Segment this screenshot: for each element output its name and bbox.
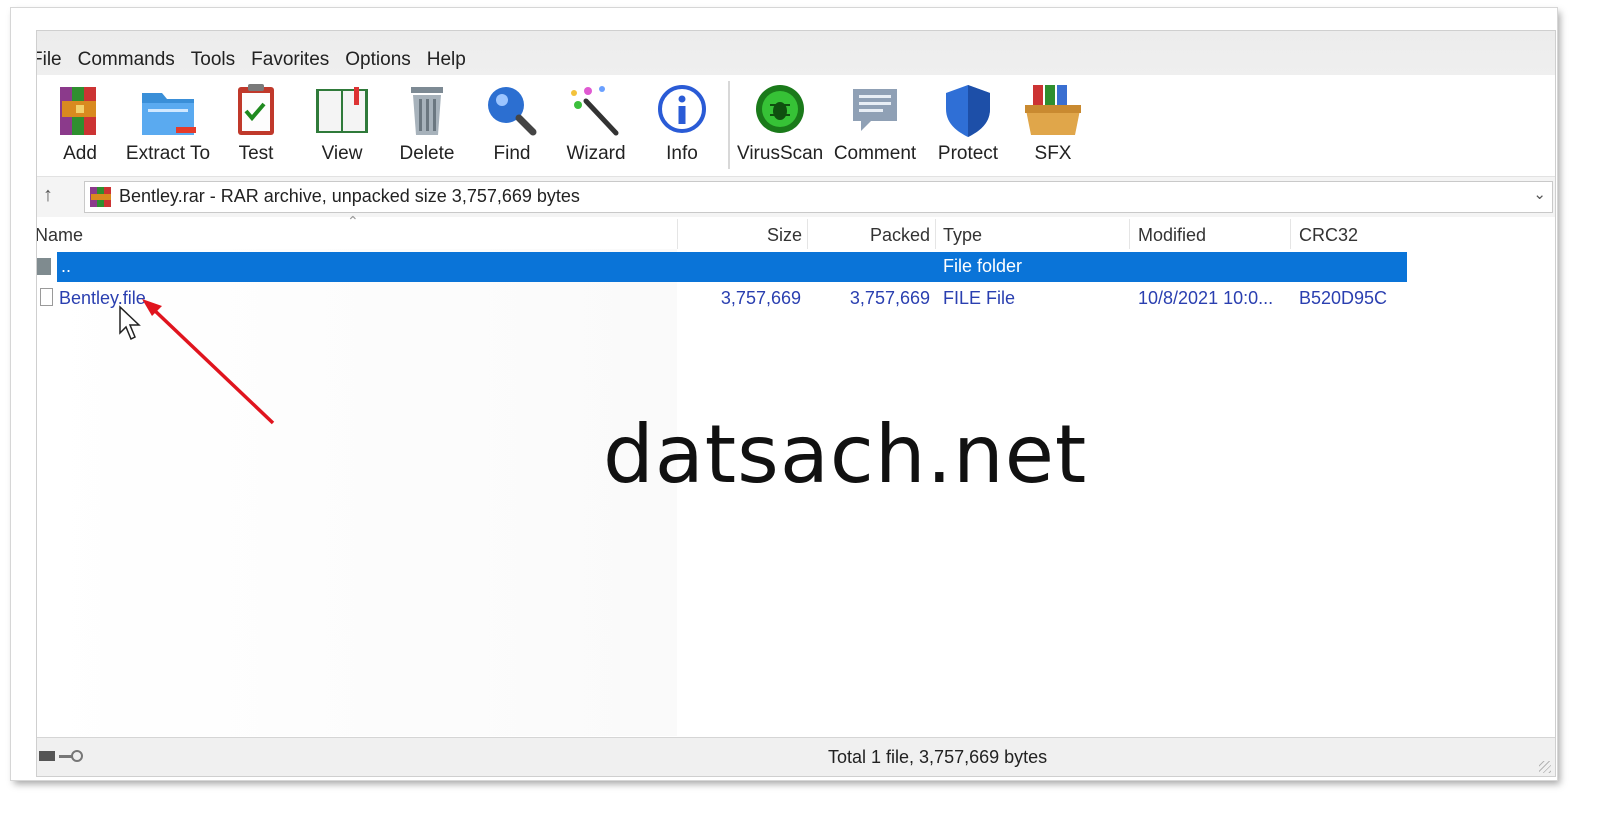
comment-icon [853,89,897,131]
table-row-parent-folder[interactable]: .. File folder [37,252,1407,282]
test-button[interactable]: Test [213,81,299,173]
view-button[interactable]: View [299,81,385,173]
resize-grip[interactable] [1539,761,1551,773]
row-type: File folder [943,256,1023,276]
menu-bar: File Commands Tools Favorites Options He… [37,31,1555,75]
delete-button[interactable]: Delete [384,81,470,173]
add-archive-icon [60,87,96,135]
delete-label: Delete [399,143,455,164]
table-row-file[interactable]: Bentley.file 3,757,669 3,757,669 FILE Fi… [37,284,1437,314]
selection-highlight [57,252,1407,282]
row-modified: 10/8/2021 10:0... [1138,288,1274,308]
rar-archive-icon [90,187,111,207]
column-packed[interactable]: Packed [870,225,930,246]
column-size[interactable]: Size [767,225,802,246]
sort-up-icon: ⌃ [347,213,359,229]
magic-wand-icon [571,86,619,136]
menu-help[interactable]: Help [427,49,466,71]
menu-tools[interactable]: Tools [191,49,235,71]
trash-icon [411,87,443,135]
menu-favorites[interactable]: Favorites [251,49,329,71]
watermark: datsach.net [603,408,1088,501]
virusscan-label: VirusScan [737,143,824,164]
up-arrow-icon[interactable]: ↑ [43,184,53,207]
list-background [37,249,677,736]
column-name[interactable]: Name [37,225,83,246]
toolbar-separator [728,81,730,169]
clipboard-check-icon [238,84,274,135]
magnifier-icon [488,87,537,136]
column-divider[interactable] [807,219,808,249]
column-divider[interactable] [1290,219,1291,249]
comment-label: Comment [833,143,917,164]
column-modified[interactable]: Modified [1138,225,1206,246]
wizard-button[interactable]: Wizard [553,81,639,173]
column-crc32[interactable]: CRC32 [1299,225,1358,246]
toolbar: Add Extract To Test View Delete Find Wiz… [37,75,1555,175]
row-size: 3,757,669 [720,288,801,308]
address-text: Bentley.rar - RAR archive, unpacked size… [119,186,580,206]
wizard-label: Wizard [566,143,626,164]
row-name: .. [61,256,72,276]
winrar-window: File Commands Tools Favorites Options He… [36,30,1556,777]
menu-options[interactable]: Options [345,49,410,71]
virusscan-button[interactable]: VirusScan [737,81,823,173]
address-field[interactable]: Bentley.rar - RAR archive, unpacked size… [84,181,1553,213]
sfx-label: SFX [1034,143,1072,164]
screenshot-frame: File Commands Tools Favorites Options He… [11,8,1557,780]
test-label: Test [238,143,274,164]
column-header-row: ⌃ Name Size Packed Type Modified CRC32 [37,213,1555,249]
row-packed: 3,757,669 [849,288,930,308]
sfx-button[interactable]: SFX [1010,81,1096,173]
extract-to-label: Extract To [125,143,211,164]
menu-file[interactable]: File [37,49,62,71]
folder-extract-icon [142,93,196,135]
folder-icon [37,258,51,275]
column-type[interactable]: Type [943,225,982,246]
find-label: Find [493,143,531,164]
info-button[interactable]: Info [639,81,725,173]
column-divider[interactable] [935,219,936,249]
add-button[interactable]: Add [37,81,123,173]
add-label: Add [63,143,97,164]
virus-bug-icon [756,85,804,133]
column-divider[interactable] [1129,219,1130,249]
status-text: Total 1 file, 3,757,669 bytes [828,747,1048,767]
shield-icon [946,85,990,137]
chevron-down-icon[interactable]: ⌄ [1533,185,1546,203]
status-bar: Total 1 file, 3,757,669 bytes [37,737,1555,776]
sfx-box-icon [1025,85,1081,135]
info-icon [658,85,706,133]
file-icon [40,288,53,306]
row-type: FILE File [943,288,1016,308]
menu-commands[interactable]: Commands [78,49,175,71]
drive-key-icon [39,750,83,762]
comment-button[interactable]: Comment [832,81,918,173]
protect-label: Protect [937,143,999,164]
column-divider[interactable] [677,219,678,249]
info-label: Info [666,143,698,164]
view-label: View [321,143,363,164]
book-view-icon [316,87,368,133]
row-crc32: B520D95C [1299,288,1388,308]
extract-to-button[interactable]: Extract To [125,81,211,173]
address-bar: ↑ Bentley.rar - RAR archive, unpacked si… [37,176,1555,218]
protect-button[interactable]: Protect [925,81,1011,173]
row-name[interactable]: Bentley.file [59,288,146,309]
find-button[interactable]: Find [469,81,555,173]
